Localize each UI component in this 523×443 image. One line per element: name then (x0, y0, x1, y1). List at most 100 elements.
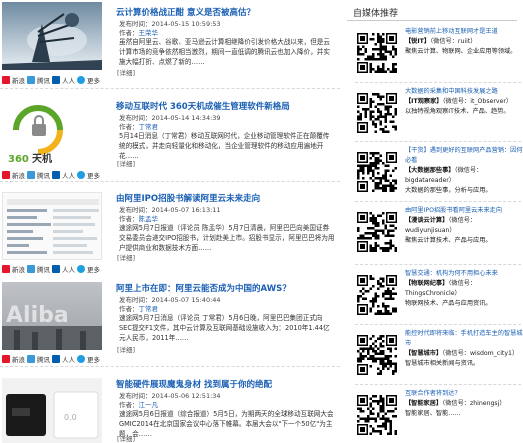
article-thumbnail[interactable]: 0.0 (2, 378, 102, 443)
article-author: 作者：丁常君 (119, 123, 158, 131)
share-sina[interactable]: 新浪 (12, 354, 25, 364)
article-title[interactable]: 移动互联时代 360天机成催生管理软件新格局 (116, 100, 290, 112)
share-more-icon[interactable] (77, 76, 85, 84)
sina-weibo-icon[interactable] (2, 76, 10, 84)
article-thumbnail[interactable] (2, 192, 102, 260)
article-more-link[interactable]: [详细] (117, 252, 135, 262)
article-thumbnail[interactable]: Aliba (2, 282, 102, 350)
sidebar-item-desc: 物联网技术、产品与应用资讯。 (405, 300, 492, 307)
share-sina[interactable]: 新浪 (12, 170, 25, 180)
renren-icon[interactable] (52, 265, 60, 273)
sidebar-title-underline (347, 20, 517, 21)
share-renren[interactable]: 人人 (62, 170, 75, 180)
sidebar-item-desc: 智能家居、智能…… (405, 410, 461, 417)
sidebar-item-headline[interactable]: 电影营销前上移动互联网才是王道 (405, 27, 523, 37)
share-tencent[interactable]: 腾讯 (37, 354, 50, 364)
article-title[interactable]: 阿里上市在即：阿里云能否成为中国的AWS？ (116, 282, 291, 294)
sidebar-recommend-item[interactable]: 互联合作者将到达？ 【智能家居】（微信号：zhinengsj） 智能家居、智能…… (353, 388, 521, 443)
share-bar: 新浪 腾讯 人人 更多 (2, 75, 100, 85)
article-item: 云计算价格战正酣 意义是否被高估？ 发布时间：2014-05-15 10:59:… (0, 0, 340, 90)
sidebar-item-text: 互联合作者将到达？ 【智能家居】（微信号：zhinengsj） 智能家居、智能…… (405, 389, 523, 419)
sidebar-item-account: 【IT观察家】（微信号：it_Observer） (405, 98, 513, 105)
share-bar: 新浪 腾讯 人人 更多 (2, 354, 100, 364)
article-summary: 速途网5月6日报道（综合报道）5月5日，为期两天的全球移动互联网大会GMIC20… (119, 410, 334, 438)
share-renren[interactable]: 人人 (62, 354, 75, 364)
divider (355, 141, 521, 142)
share-renren[interactable]: 人人 (62, 264, 75, 274)
sidebar-item-headline[interactable]: 智慧交通：机构为何不用担心未来 (405, 269, 523, 279)
svg-text:360: 360 (8, 154, 29, 165)
tencent-weibo-icon[interactable] (27, 171, 35, 179)
renren-icon[interactable] (52, 171, 60, 179)
article-more-link[interactable]: [详细] (117, 67, 135, 77)
renren-icon[interactable] (52, 76, 60, 84)
sidebar-item-desc: 聚焦云计算技术、产品与应用。 (405, 237, 492, 244)
renren-icon[interactable] (52, 355, 60, 363)
share-tencent[interactable]: 腾讯 (37, 75, 50, 85)
share-more[interactable]: 更多 (87, 264, 100, 274)
tencent-weibo-icon[interactable] (27, 76, 35, 84)
article-author: 作者：陈孟华 (119, 215, 158, 223)
article-summary: 速途网5月7日报道（评论员 陈孟华）5月7日清晨，阿里巴巴向美国证券交易委员会递… (119, 224, 335, 252)
tencent-weibo-icon[interactable] (27, 355, 35, 363)
article-summary: 5月14日消息（丁常君）移动互联网时代，企业移动管理软件正在颠覆传统的模式，并走… (119, 132, 330, 160)
svg-text:天机: 天机 (32, 152, 52, 165)
sidebar-item-headline[interactable]: 大数据的采集和中国科技发展之路 (405, 87, 523, 97)
article-author: 作者：江一凡 (119, 401, 158, 409)
sidebar-item-text: 能控时代即将来临：手机打造车主的智慧城市 【智慧城市】（微信号：wisdom_ci… (405, 329, 523, 369)
article-item: 0.0 智能硬件展现魔鬼身材 找到属于你的绝配 发布时间：2014-05-06 … (0, 368, 340, 443)
share-more-icon[interactable] (77, 171, 85, 179)
article-author: 作者：丁常君 (119, 305, 158, 313)
article-title[interactable]: 云计算价格战正酣 意义是否被高估？ (116, 6, 255, 18)
article-thumbnail[interactable] (2, 2, 102, 70)
sidebar: 自媒体推荐 电影营销前上移动互联网才是王道 【锐IT】（微信号：ruiit） 聚焦云… (345, 0, 523, 443)
share-more[interactable]: 更多 (87, 170, 100, 180)
sina-weibo-icon[interactable] (2, 355, 10, 363)
sidebar-recommend-item[interactable]: 由阿里IPO招股书看阿里云未来走向 【漫谈云计算】（微信号：wudiyunjisu… (353, 205, 521, 266)
article-more-link[interactable]: [详细] (117, 158, 135, 168)
article-title[interactable]: 智能硬件展现魔鬼身材 找到属于你的绝配 (116, 378, 272, 390)
sidebar-recommend-item[interactable]: 【干货】遇到更好的互联网产品营销：因何必看 【大数据那些事】（微信号：bigdat… (353, 145, 523, 203)
share-sina[interactable]: 新浪 (12, 75, 25, 85)
sidebar-recommend-item[interactable]: 电影营销前上移动互联网才是王道 【锐IT】（微信号：ruiit） 聚焦云计算、物联网… (353, 26, 521, 84)
article-more-link[interactable]: [详细] (117, 344, 135, 354)
sidebar-item-headline[interactable]: 互联合作者将到达？ (405, 389, 523, 399)
sidebar-recommend-item[interactable]: 智慧交通：机构为何不用担心未来 【物联网纪事】（微信号：ThingsChronic… (353, 268, 521, 326)
sidebar-recommend-item[interactable]: 能控时代即将来临：手机打造车主的智慧城市 【智慧城市】（微信号：wisdom_ci… (353, 328, 523, 386)
share-sina[interactable]: 新浪 (12, 264, 25, 274)
sidebar-item-text: 智慧交通：机构为何不用担心未来 【物联网纪事】（微信号：ThingsChronic… (405, 269, 523, 309)
tencent-weibo-icon[interactable] (27, 265, 35, 273)
divider (355, 82, 521, 83)
sidebar-item-account: 【大数据那些事】（微信号：bigdatareader） (405, 167, 483, 184)
share-tencent[interactable]: 腾讯 (37, 170, 50, 180)
share-more[interactable]: 更多 (87, 354, 100, 364)
share-more-icon[interactable] (77, 265, 85, 273)
sidebar-item-account: 【漫谈云计算】（微信号：wudiyunjisuan） (405, 217, 477, 234)
share-more[interactable]: 更多 (87, 75, 100, 85)
sidebar-item-desc: 以独特视角观察IT技术、产品、趋势。 (405, 108, 510, 115)
sina-weibo-icon[interactable] (2, 171, 10, 179)
share-renren[interactable]: 人人 (62, 75, 75, 85)
share-more-icon[interactable] (77, 355, 85, 363)
sidebar-recommend-item[interactable]: 大数据的采集和中国科技发展之路 【IT观察家】（微信号：it_Observer） 以… (353, 86, 521, 143)
sidebar-item-headline[interactable]: 【干货】遇到更好的互联网产品营销：因何必看 (405, 146, 523, 166)
sina-weibo-icon[interactable] (2, 265, 10, 273)
divider (0, 88, 340, 89)
share-tencent[interactable]: 腾讯 (37, 264, 50, 274)
sidebar-item-headline[interactable]: 由阿里IPO招股书看阿里云未来走向 (405, 206, 523, 216)
article-item: 由阿里IPO招股书解读阿里云未来走向 发布时间：2014-05-07 16:13… (0, 182, 340, 274)
qr-code (355, 91, 399, 135)
sidebar-item-text: 电影营销前上移动互联网才是王道 【锐IT】（微信号：ruiit） 聚焦云计算、物联网… (405, 27, 523, 57)
divider (355, 324, 521, 325)
sidebar-item-headline[interactable]: 能控时代即将来临：手机打造车主的智慧城市 (405, 329, 523, 349)
sidebar-title: 自媒体推荐 (353, 9, 399, 19)
divider (355, 201, 521, 202)
article-more-link[interactable]: [详细] (117, 433, 135, 443)
svg-text:0.0: 0.0 (64, 413, 77, 422)
share-bar: 新浪 腾讯 人人 更多 (2, 264, 100, 274)
article-thumbnail[interactable]: 360 天机 (2, 98, 102, 166)
sidebar-item-account: 【智慧城市】（微信号：wisdom_city1） (405, 350, 519, 357)
qr-code (355, 393, 399, 437)
divider (0, 366, 340, 367)
article-title[interactable]: 由阿里IPO招股书解读阿里云未来走向 (116, 192, 260, 204)
